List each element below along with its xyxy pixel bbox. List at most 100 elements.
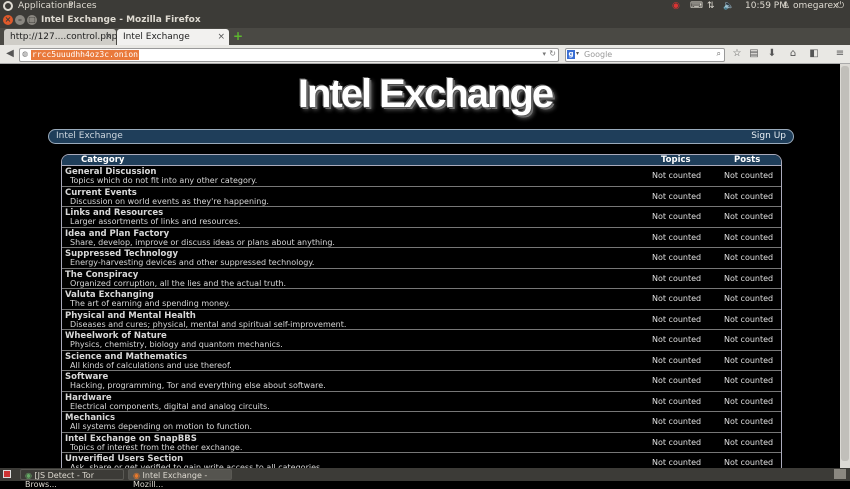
taskbar-item-firefox[interactable]: ◉ Intel Exchange - Mozill... xyxy=(128,469,232,489)
posts-count: Not counted xyxy=(724,314,774,324)
search-engine-dropdown-icon[interactable]: ▾ xyxy=(576,50,579,57)
site-nav-strip: Intel Exchange Sign Up xyxy=(48,129,794,144)
taskbar-item-tor-browser[interactable]: ◉ [JS Detect - Tor Brows... xyxy=(20,469,124,489)
page-scrollbar[interactable] xyxy=(840,64,850,468)
window-titlebar: × – □ Intel Exchange - Mozilla Firefox xyxy=(0,12,850,28)
url-bar[interactable]: ◍ rrcc5uuudhh4oz3c.onion ▾ ↻ xyxy=(19,48,559,62)
topics-count: Not counted xyxy=(652,417,702,426)
show-desktop-icon[interactable] xyxy=(3,470,11,478)
globe-icon: ◍ xyxy=(22,50,29,58)
breadcrumb-home-link[interactable]: Intel Exchange xyxy=(56,131,123,141)
taskbar-item-label: Intel Exchange - Mozill... xyxy=(133,471,208,489)
bookmark-star-icon[interactable]: ☆ xyxy=(731,48,743,60)
tab-strip: http://127....control.php × Intel Exchan… xyxy=(0,28,850,45)
tab-intel-exchange[interactable]: Intel Exchange × xyxy=(117,29,229,45)
posts-count: Not counted xyxy=(724,212,774,221)
table-row: Hardware Electrical components, digital a… xyxy=(62,391,781,412)
table-row: Wheelwork of Nature Physics, chemistry, b… xyxy=(62,330,781,351)
topics-count: Not counted xyxy=(652,314,702,324)
table-row: Current Events Discussion on world events… xyxy=(62,186,781,207)
tor-browser-icon: ◉ xyxy=(25,471,32,480)
site-logo[interactable]: Intel Exchange xyxy=(0,72,850,117)
category-description: All kinds of calculations and use thereo… xyxy=(70,360,232,370)
user-name[interactable]: omegarex xyxy=(793,0,838,12)
new-tab-icon[interactable]: + xyxy=(233,29,243,43)
minimize-window-icon[interactable]: – xyxy=(15,15,25,25)
search-bar[interactable]: g ▾ Google ⌕ xyxy=(565,48,725,62)
category-description: All systems depending on motion to funct… xyxy=(70,422,253,431)
close-tab-icon[interactable]: × xyxy=(104,32,112,42)
category-description: Diseases and cures; physical, mental and… xyxy=(70,319,347,329)
back-icon[interactable]: ◀ xyxy=(4,48,16,60)
posts-count: Not counted xyxy=(724,232,774,242)
close-tab-icon[interactable]: × xyxy=(217,32,225,42)
menu-icon[interactable]: ≡ xyxy=(834,48,846,60)
category-description: Energy-harvesting devices and other supp… xyxy=(70,258,315,267)
header-category: Category xyxy=(81,155,125,165)
taskbar-item-label: [JS Detect - Tor Brows... xyxy=(25,471,94,489)
category-description: Topics of interest from the other exchan… xyxy=(70,442,243,452)
search-placeholder: Google xyxy=(584,50,613,59)
posts-count: Not counted xyxy=(724,335,774,344)
topics-count: Not counted xyxy=(652,458,702,467)
table-row: Idea and Plan Factory Share, develop, imp… xyxy=(62,227,781,248)
addon-icon[interactable]: ◧ xyxy=(808,48,820,60)
tor-icon[interactable]: ◉ xyxy=(672,0,680,12)
table-row: Software Hacking, programming, Tor and ev… xyxy=(62,371,781,392)
scrollbar-thumb[interactable] xyxy=(841,66,849,461)
tab-label: http://127....control.php xyxy=(10,32,118,42)
posts-count: Not counted xyxy=(724,417,774,426)
page-content: Intel Exchange Intel Exchange Sign Up Ca… xyxy=(0,64,850,468)
maximize-window-icon[interactable]: □ xyxy=(27,15,37,25)
user-icon[interactable]: ♙ xyxy=(782,0,790,12)
google-icon[interactable]: g xyxy=(567,50,575,59)
ubuntu-logo-icon[interactable] xyxy=(3,1,13,11)
category-table: Category Topics Posts General Discussion… xyxy=(61,154,782,468)
tab-control-php[interactable]: http://127....control.php × xyxy=(4,29,118,45)
places-menu[interactable]: Places xyxy=(68,1,97,11)
posts-count: Not counted xyxy=(724,396,774,406)
category-description: Hacking, programming, Tor and everything… xyxy=(70,381,326,390)
power-icon[interactable]: ⏻ xyxy=(837,0,844,12)
table-row: Physical and Mental Health Diseases and c… xyxy=(62,309,781,330)
workspace-switcher-icon[interactable] xyxy=(834,469,846,479)
clock[interactable]: 10:59 PM xyxy=(745,0,787,12)
category-description: Share, develop, improve or discuss ideas… xyxy=(70,237,335,247)
reload-icon[interactable]: ↻ xyxy=(549,49,556,58)
table-row: General Discussion Topics which do not fi… xyxy=(62,166,781,187)
posts-count: Not counted xyxy=(724,191,774,201)
downloads-icon[interactable]: ⬇ xyxy=(766,48,778,60)
keyboard-icon[interactable]: ⌨ xyxy=(690,0,703,12)
navigation-bar: ◀ ◍ rrcc5uuudhh4oz3c.onion ▾ ↻ g ▾ Googl… xyxy=(0,45,850,64)
category-description: Organized corruption, all the lies and t… xyxy=(70,278,287,288)
system-top-panel: Applications Places ◉ ⌨ ⇅ 🔈 10:59 PM ♙ o… xyxy=(0,0,850,12)
table-row: The Conspiracy Organized corruption, all … xyxy=(62,268,781,289)
header-topics: Topics xyxy=(661,155,691,165)
category-description: Topics which do not fit into any other c… xyxy=(70,176,258,185)
posts-count: Not counted xyxy=(724,253,774,262)
topics-count: Not counted xyxy=(652,437,702,447)
sign-up-link[interactable]: Sign Up xyxy=(751,131,786,141)
topics-count: Not counted xyxy=(652,273,702,283)
category-description: Larger assortments of links and resource… xyxy=(70,217,241,226)
header-posts: Posts xyxy=(734,155,761,165)
dropdown-arrow-icon[interactable]: ▾ xyxy=(542,50,546,58)
volume-icon[interactable]: 🔈 xyxy=(723,0,734,12)
table-row: Science and Mathematics All kinds of calc… xyxy=(62,350,781,371)
posts-count: Not counted xyxy=(724,458,774,467)
topics-count: Not counted xyxy=(652,212,702,221)
close-window-icon[interactable]: × xyxy=(3,15,13,25)
topics-count: Not counted xyxy=(652,253,702,262)
home-icon[interactable]: ⌂ xyxy=(787,48,799,60)
applications-menu[interactable]: Applications xyxy=(18,1,73,11)
table-row: Mechanics All systems depending on motion… xyxy=(62,412,781,433)
table-row: Suppressed Technology Energy-harvesting d… xyxy=(62,248,781,269)
topics-count: Not counted xyxy=(652,335,702,344)
bookmarks-list-icon[interactable]: ▤ xyxy=(748,48,760,60)
url-text[interactable]: rrcc5uuudhh4oz3c.onion xyxy=(31,50,139,60)
posts-count: Not counted xyxy=(724,171,774,180)
search-icon[interactable]: ⌕ xyxy=(717,49,721,59)
network-icon[interactable]: ⇅ xyxy=(707,0,715,12)
posts-count: Not counted xyxy=(724,294,774,303)
tab-label: Intel Exchange xyxy=(123,32,190,42)
